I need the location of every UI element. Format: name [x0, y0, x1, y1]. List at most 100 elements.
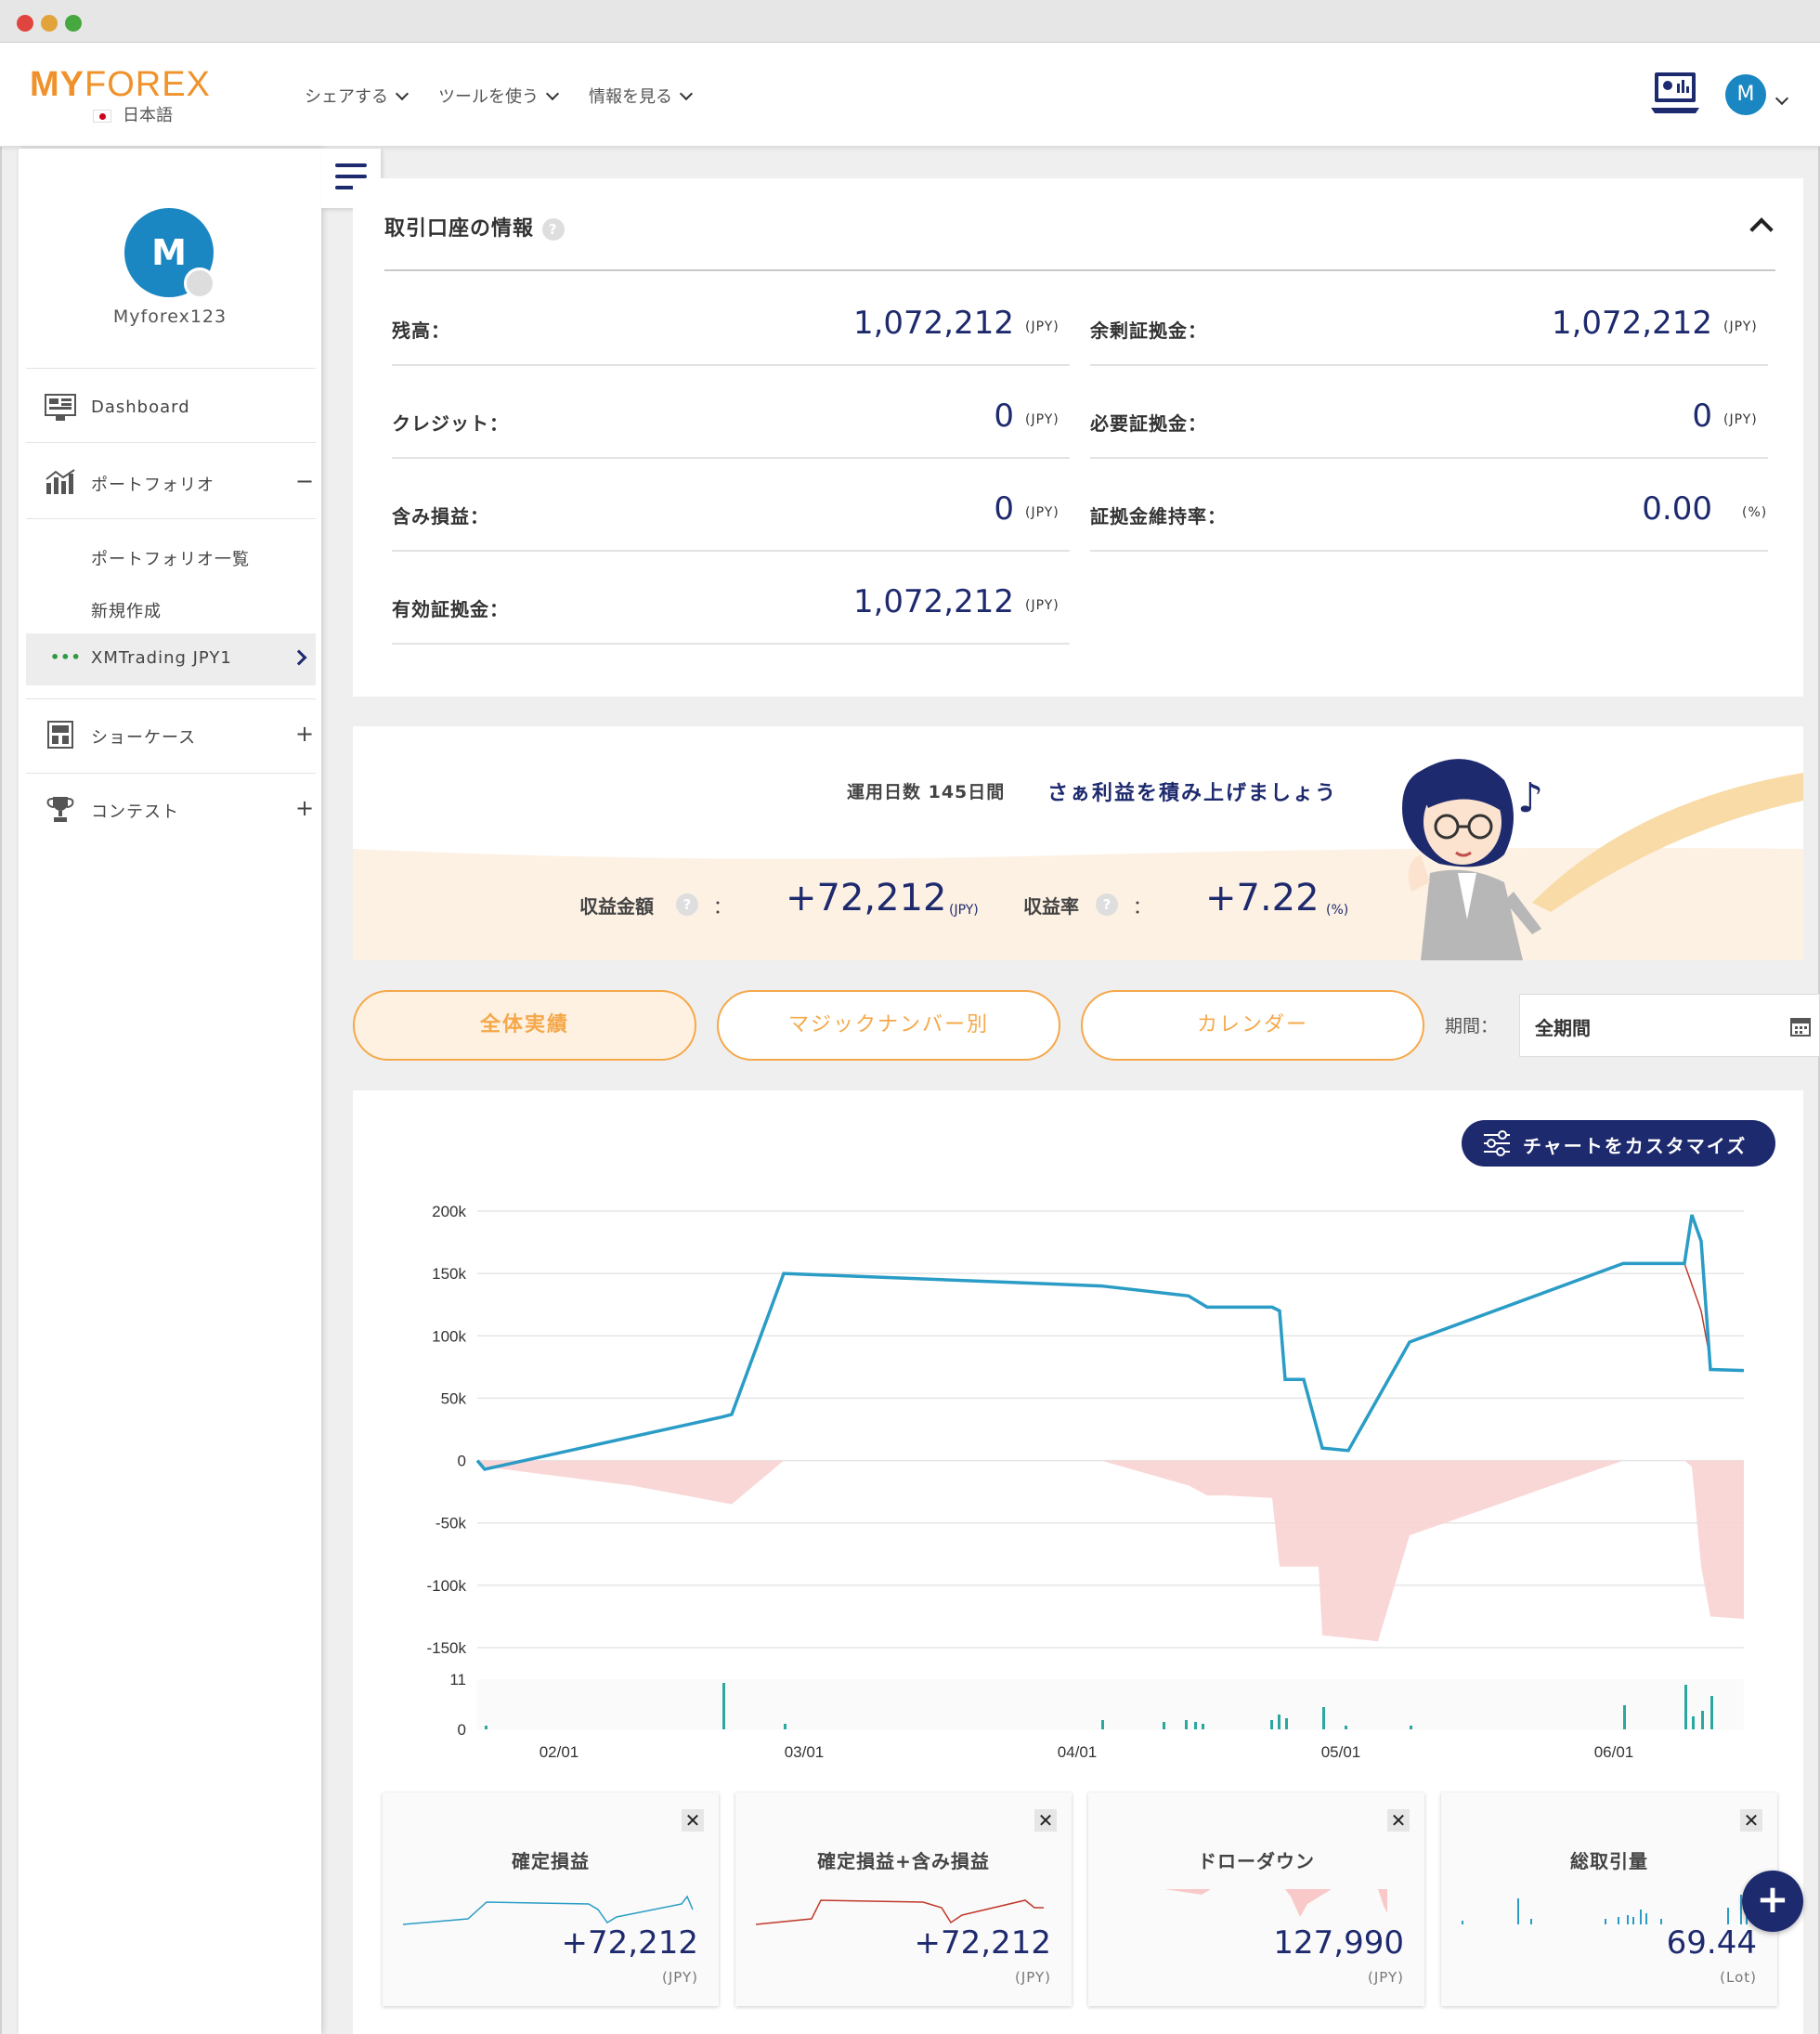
- divider: [26, 442, 316, 443]
- summary-card-drawdown[interactable]: ✕ ドローダウン 127,990 (JPY): [1088, 1793, 1424, 2006]
- sidebar-item-dashboard[interactable]: Dashboard: [26, 394, 316, 431]
- top-header: MYFOREX: [0, 43, 1820, 147]
- volume-bar: [485, 1726, 488, 1729]
- volume-bar: [1101, 1720, 1104, 1729]
- nav-share[interactable]: シェアする: [305, 84, 410, 108]
- volume-bar: [1322, 1707, 1325, 1729]
- collapse-chevron-icon[interactable]: [1749, 217, 1774, 241]
- profit-value: +72,212: [786, 877, 947, 919]
- equity-unit: (JPY): [1025, 598, 1060, 613]
- volume-bar: [1163, 1722, 1165, 1729]
- divider: [392, 550, 1070, 552]
- divider: [26, 773, 316, 774]
- help-icon[interactable]: ?: [1096, 893, 1118, 916]
- calendar-icon[interactable]: [1789, 1015, 1812, 1037]
- x-tick-label: 04/01: [1058, 1743, 1098, 1761]
- nav-tools[interactable]: ツールを使う: [438, 84, 560, 108]
- volume-bar: [1185, 1720, 1188, 1729]
- logo[interactable]: MYFOREX: [30, 65, 211, 105]
- required-margin-value: 0: [1692, 398, 1712, 435]
- equity-series-line: [475, 1214, 1745, 1471]
- trophy-icon: [46, 797, 74, 822]
- chevron-down-icon: [545, 86, 560, 101]
- japan-flag-icon: [93, 110, 111, 123]
- monitor-trade-icon[interactable]: [1649, 71, 1701, 117]
- add-widget-button[interactable]: +: [1742, 1871, 1803, 1932]
- language-selector[interactable]: 日本語: [93, 102, 173, 126]
- y-tick-label: 100k: [432, 1327, 466, 1345]
- drawdown-area: [477, 1460, 1744, 1642]
- chart-card: チャートをカスタマイズ 200k 150k 100k 50k 0 -50k -100k -15…: [353, 1090, 1803, 2034]
- summary-card-volume[interactable]: ✕ 総取引量 69.44 (Lot): [1441, 1793, 1777, 2006]
- balance-unit: (JPY): [1025, 319, 1060, 334]
- status-dots-icon: •••: [50, 648, 82, 666]
- unrealized-label: 含み損益：: [392, 505, 489, 528]
- operation-days: 運用日数 145日間: [847, 782, 1006, 802]
- close-icon[interactable]: ✕: [1034, 1809, 1057, 1832]
- tab-magic-number[interactable]: マジックナンバー別: [717, 990, 1060, 1061]
- user-avatar[interactable]: M: [1725, 74, 1766, 115]
- performance-chart: 200k 150k 100k 50k 0 -50k -100k -150k 11 0 02/01…: [426, 1203, 1745, 1761]
- sidebar-item-xmtrading[interactable]: ••• XMTrading JPY1: [26, 633, 316, 685]
- minimize-window-icon[interactable]: [41, 15, 58, 32]
- unrealized-value: 0: [994, 490, 1014, 528]
- window-titlebar: [0, 0, 1820, 43]
- divider: [26, 698, 316, 699]
- summary-card-realized[interactable]: ✕ 確定損益 +72,212 (JPY): [383, 1793, 719, 2006]
- monitor-icon: [45, 394, 76, 421]
- sidebar-item-contest[interactable]: コンテスト +: [26, 795, 316, 832]
- divider: [392, 643, 1070, 645]
- divider: [1090, 364, 1768, 366]
- collapse-icon: −: [295, 468, 316, 494]
- camera-icon[interactable]: [184, 267, 215, 299]
- performance-banner: 運用日数 145日間 さぁ利益を積み上げましょう 収益金額 ? ： +72,21…: [353, 726, 1803, 960]
- y-tick-label: -50k: [436, 1515, 467, 1532]
- volume-bar: [1270, 1720, 1273, 1729]
- required-margin-label: 必要証拠金：: [1090, 412, 1207, 435]
- x-tick-label: 06/01: [1594, 1743, 1634, 1761]
- close-window-icon[interactable]: [17, 15, 33, 32]
- volume-bar: [1345, 1726, 1347, 1729]
- volume-bar: [784, 1724, 786, 1729]
- y-tick-label: 0: [458, 1453, 466, 1470]
- y-tick-label: 200k: [432, 1203, 466, 1220]
- volume-bar: [1684, 1685, 1687, 1729]
- colon: ：: [1133, 895, 1151, 918]
- y-tick-label: -100k: [426, 1577, 466, 1595]
- close-icon[interactable]: ✕: [682, 1809, 704, 1832]
- divider: [26, 518, 316, 519]
- profit-unit: (JPY): [949, 903, 979, 918]
- close-icon[interactable]: ✕: [1740, 1809, 1762, 1832]
- sidebar-item-portfolio-list[interactable]: ポートフォリオ一覧: [26, 542, 316, 576]
- volume-bar: [1202, 1724, 1204, 1729]
- expand-icon: +: [295, 795, 316, 821]
- volume-bar: [1701, 1711, 1704, 1729]
- maximize-window-icon[interactable]: [65, 15, 82, 32]
- summary-card-realized-unrealized[interactable]: ✕ 確定損益+含み損益 +72,212 (JPY): [735, 1793, 1072, 2006]
- close-icon[interactable]: ✕: [1387, 1809, 1410, 1832]
- x-tick-label: 03/01: [785, 1743, 825, 1761]
- profit-label: 収益金額: [579, 895, 654, 918]
- y-tick-label: 150k: [432, 1265, 466, 1283]
- balance-value: 1,072,212: [852, 305, 1014, 342]
- tab-calendar[interactable]: カレンダー: [1081, 990, 1424, 1061]
- chevron-down-icon: [679, 86, 694, 101]
- volume-bar: [1194, 1722, 1197, 1729]
- period-input[interactable]: 全期間: [1519, 994, 1820, 1057]
- music-note-icon: ♪: [1517, 775, 1544, 822]
- sidebar-item-portfolio[interactable]: ポートフォリオ −: [26, 468, 316, 505]
- margin-level-value: 0.00: [1642, 490, 1712, 528]
- help-icon[interactable]: ?: [541, 218, 565, 241]
- showcase-icon: [47, 721, 73, 749]
- sidebar-item-showcase[interactable]: ショーケース +: [26, 721, 316, 758]
- required-margin-unit: (JPY): [1723, 412, 1758, 427]
- account-info-title: 取引口座の情報 ?: [384, 212, 565, 241]
- divider: [26, 368, 316, 369]
- unrealized-unit: (JPY): [1025, 505, 1060, 520]
- tab-overall[interactable]: 全体実績: [353, 990, 696, 1061]
- nav-info[interactable]: 情報を見る: [589, 84, 694, 108]
- rate-label: 収益率: [1023, 895, 1079, 918]
- sidebar-item-new[interactable]: 新規作成: [26, 594, 316, 628]
- chart-icon: [46, 469, 75, 494]
- help-icon[interactable]: ?: [676, 893, 698, 916]
